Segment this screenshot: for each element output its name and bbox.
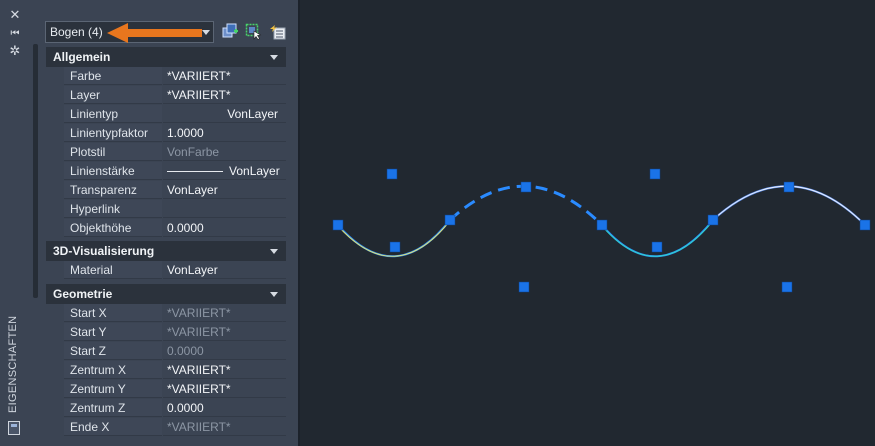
annotation-arrow-icon — [107, 23, 202, 43]
property-label: Start Y — [64, 323, 162, 341]
property-label: Zentrum Z — [64, 399, 162, 417]
chevron-down-icon[interactable] — [270, 249, 278, 254]
auto-hide-icon[interactable]: ⏮ — [6, 27, 24, 41]
property-row-layer[interactable]: Layer *VARIIERT* — [46, 86, 286, 104]
property-label: Linientypfaktor — [64, 124, 162, 142]
grip-center[interactable] — [518, 281, 530, 293]
property-value[interactable]: *VARIIERT* — [163, 380, 286, 398]
property-label: Objekthöhe — [64, 219, 162, 237]
property-value: *VARIIERT* — [163, 304, 286, 322]
object-type-value: Bogen (4) — [50, 25, 103, 39]
chevron-down-icon[interactable] — [270, 55, 278, 60]
grip-endpoint[interactable] — [444, 214, 456, 226]
chevron-down-icon — [202, 30, 210, 35]
property-value: VonFarbe — [163, 143, 286, 161]
section-title: Geometrie — [53, 287, 113, 301]
grip-midpoint[interactable] — [389, 241, 401, 253]
property-label: Zentrum X — [64, 361, 162, 379]
property-value[interactable]: *VARIIERT* — [163, 361, 286, 379]
grip-center[interactable] — [386, 168, 398, 180]
property-row-hyperlink[interactable]: Hyperlink — [46, 200, 286, 218]
property-label: Material — [64, 261, 162, 279]
palette-title: EIGENSCHAFTEN — [7, 315, 19, 413]
property-value[interactable]: 0.0000 — [163, 219, 286, 237]
property-value: *VARIIERT* — [163, 323, 286, 341]
grip-center[interactable] — [781, 281, 793, 293]
property-value[interactable]: VonLayer — [163, 181, 286, 199]
property-value[interactable]: VonLayer — [163, 105, 286, 123]
property-row-start-x[interactable]: Start X *VARIIERT* — [46, 304, 286, 322]
property-row-linientyp[interactable]: Linientyp VonLayer — [46, 105, 286, 123]
grip-center[interactable] — [649, 168, 661, 180]
property-label: Hyperlink — [64, 200, 162, 218]
grip-endpoint[interactable] — [332, 219, 344, 231]
property-value[interactable]: *VARIIERT* — [163, 86, 286, 104]
grip-midpoint[interactable] — [783, 181, 795, 193]
property-label: Layer — [64, 86, 162, 104]
property-value[interactable]: *VARIIERT* — [163, 67, 286, 85]
grip-midpoint[interactable] — [520, 181, 532, 193]
property-value[interactable] — [163, 200, 286, 218]
property-value[interactable]: VonLayer — [163, 261, 286, 279]
section-geometrie[interactable]: Geometrie — [46, 284, 286, 304]
property-row-start-z[interactable]: Start Z 0.0000 — [46, 342, 286, 360]
property-label: Plotstil — [64, 143, 162, 161]
palette-sidebar: ✕ ⏮ ✲ EIGENSCHAFTEN — [0, 0, 29, 446]
property-value[interactable]: 0.0000 — [163, 399, 286, 417]
property-value[interactable]: VonLayer — [163, 162, 286, 180]
close-icon[interactable]: ✕ — [6, 9, 24, 23]
section-title: 3D-Visualisierung — [53, 244, 155, 258]
property-row-ende-x[interactable]: Ende X *VARIIERT* — [46, 418, 286, 436]
panel-scrollbar[interactable] — [33, 44, 38, 298]
property-row-transparenz[interactable]: Transparenz VonLayer — [46, 181, 286, 199]
property-row-zentrum-z[interactable]: Zentrum Z 0.0000 — [46, 399, 286, 417]
property-value: *VARIIERT* — [163, 418, 286, 436]
lineweight-sample — [167, 171, 223, 173]
grip-endpoint[interactable] — [859, 219, 871, 231]
property-row-plotstil[interactable]: Plotstil VonFarbe — [46, 143, 286, 161]
property-row-material[interactable]: Material VonLayer — [46, 261, 286, 279]
quick-select-icon[interactable] — [269, 23, 286, 40]
property-label: Start Z — [64, 342, 162, 360]
property-label: Transparenz — [64, 181, 162, 199]
property-row-farbe[interactable]: Farbe *VARIIERT* — [46, 67, 286, 85]
property-row-zentrum-x[interactable]: Zentrum X *VARIIERT* — [46, 361, 286, 379]
property-row-linientypfaktor[interactable]: Linientypfaktor 1.0000 — [46, 124, 286, 142]
palette-icon — [8, 421, 20, 435]
property-label: Ende X — [64, 418, 162, 436]
property-label: Linientyp — [64, 105, 162, 123]
property-label: Zentrum Y — [64, 380, 162, 398]
property-row-objekthoehe[interactable]: Objekthöhe 0.0000 — [46, 219, 286, 237]
property-row-zentrum-y[interactable]: Zentrum Y *VARIIERT* — [46, 380, 286, 398]
grip-endpoint[interactable] — [596, 219, 608, 231]
property-value[interactable]: 1.0000 — [163, 124, 286, 142]
property-value: 0.0000 — [163, 342, 286, 360]
properties-settings-icon[interactable]: ✲ — [6, 45, 24, 59]
property-label: Linienstärke — [64, 162, 162, 180]
select-objects-icon[interactable] — [245, 23, 262, 40]
drawing-canvas[interactable] — [300, 0, 875, 446]
grip-endpoint[interactable] — [707, 214, 719, 226]
grip-midpoint[interactable] — [651, 241, 663, 253]
chevron-down-icon[interactable] — [270, 292, 278, 297]
property-row-linienstaerke[interactable]: Linienstärke VonLayer — [46, 162, 286, 180]
property-row-start-y[interactable]: Start Y *VARIIERT* — [46, 323, 286, 341]
section-allgemein[interactable]: Allgemein — [46, 47, 286, 67]
section-3d-visualisierung[interactable]: 3D-Visualisierung — [46, 241, 286, 261]
section-title: Allgemein — [53, 50, 111, 64]
property-label: Farbe — [64, 67, 162, 85]
toggle-pickadd-icon[interactable] — [222, 23, 239, 40]
lineweight-text: VonLayer — [229, 164, 280, 178]
property-label: Start X — [64, 304, 162, 322]
